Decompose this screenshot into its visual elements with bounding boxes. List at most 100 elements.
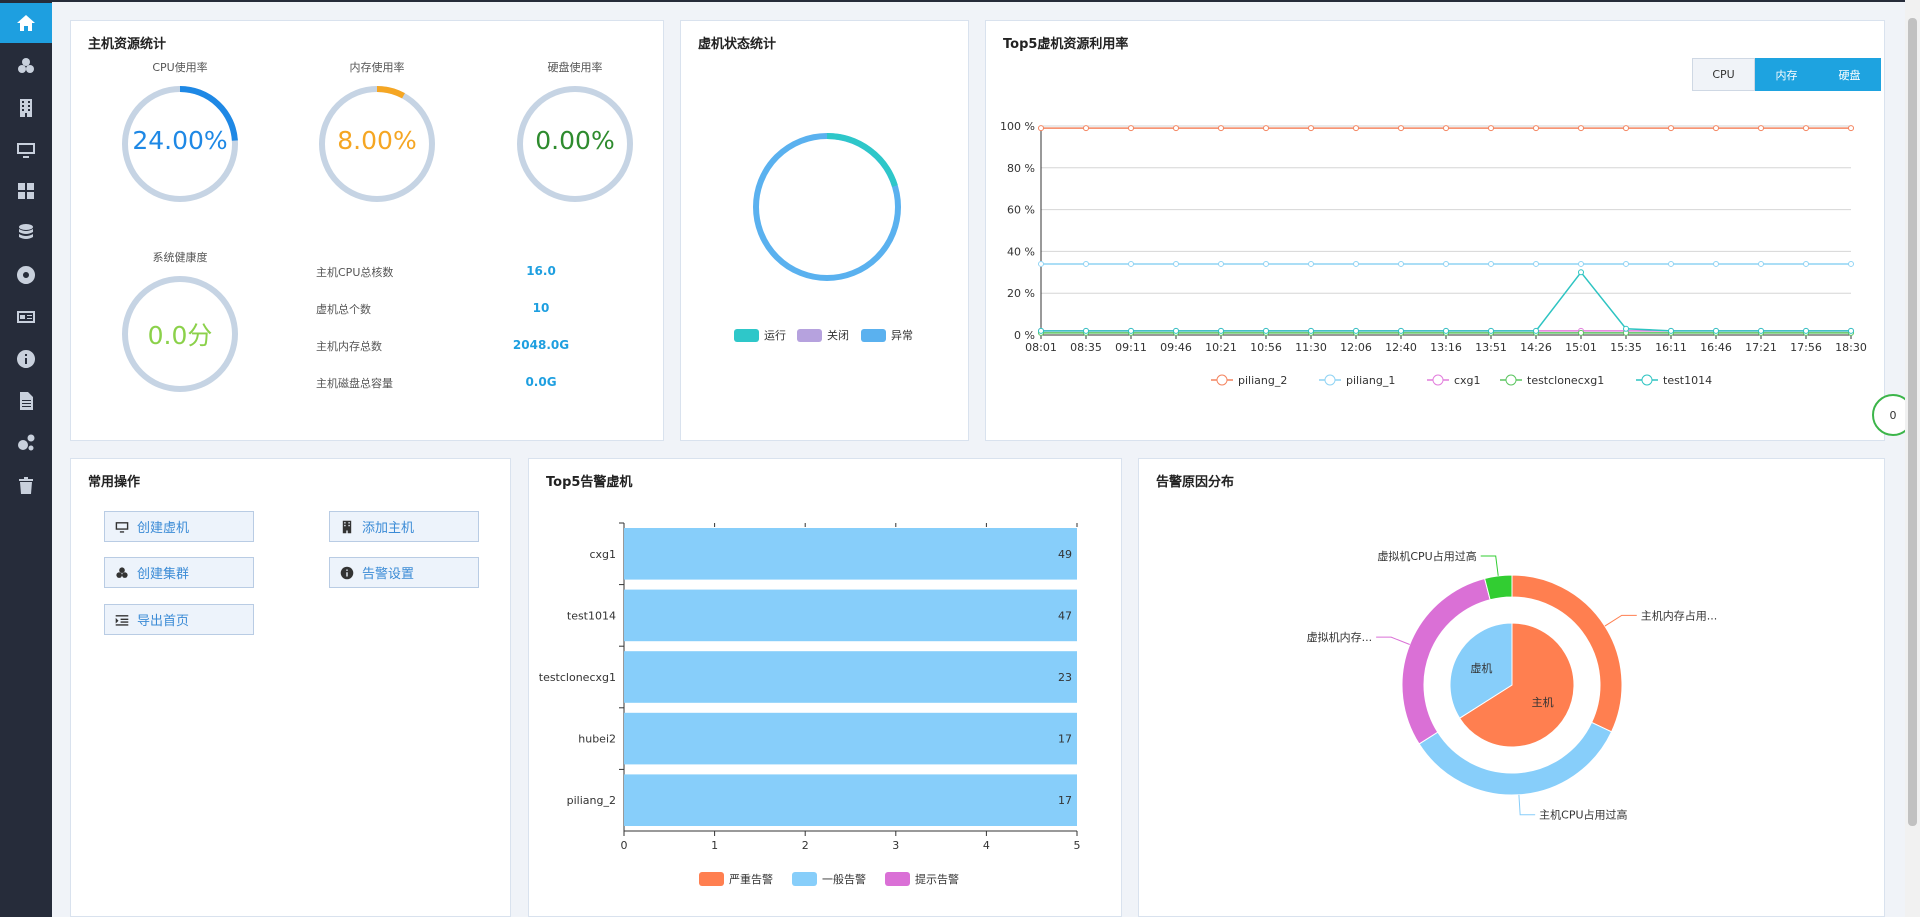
data-point [1083, 260, 1089, 267]
stat-value: 0.0G [525, 375, 557, 389]
data-point [1398, 125, 1404, 132]
data-point [1308, 327, 1314, 334]
cluster-icon [116, 566, 128, 578]
legend-label: piliang_2 [1238, 374, 1287, 387]
legend-abnormal[interactable]: 异常 [861, 327, 913, 343]
create-vm-button[interactable]: 创建虚机 [104, 511, 254, 542]
add-host-button[interactable]: 添加主机 [329, 511, 479, 542]
nav-dashboard[interactable] [0, 171, 52, 211]
data-point [1398, 327, 1404, 334]
data-point [1758, 125, 1764, 132]
nav-settings[interactable] [0, 423, 52, 463]
alarm-settings-button[interactable]: 告警设置 [329, 557, 479, 588]
x-tick-label: 16:11 [1655, 341, 1687, 354]
cpu-gauge-value: 24.00% [132, 126, 228, 155]
data-point [1128, 327, 1134, 334]
host-stats-panel: 主机资源统计 CPU使用率 24.00% 内存使用率 8.00% 硬盘使用率 0… [70, 20, 664, 441]
series-line [1041, 271, 1851, 332]
top5-util-panel: Top5虚机资源利用率 CPU 内存 硬盘 0 % 20 % 40 % 60 % 80 … [985, 20, 1885, 441]
data-point [1533, 327, 1539, 334]
data-point [1263, 125, 1269, 132]
data-point [1398, 260, 1404, 267]
indent-icon [115, 614, 129, 626]
x-tick-label: 17:21 [1745, 341, 1777, 354]
sidebar [0, 0, 52, 917]
cluster-icon [18, 58, 34, 73]
info-icon [340, 566, 354, 579]
legend-marker [1641, 374, 1653, 386]
legend-label: 提示告警 [915, 872, 959, 886]
mem-gauge-label: 内存使用率 [349, 61, 405, 74]
legend-label: 关闭 [827, 329, 849, 342]
monitor-icon [115, 521, 129, 533]
data-point [1713, 125, 1719, 132]
legend-marker [1505, 374, 1517, 386]
info-icon [17, 350, 36, 368]
data-point [1353, 327, 1359, 334]
x-tick-label: 4 [983, 839, 990, 852]
x-tick-label: 09:11 [1115, 341, 1147, 354]
cpu-gauge-label: CPU使用率 [152, 61, 208, 74]
legend-marker [1324, 374, 1336, 386]
data-point [1713, 260, 1719, 267]
document-icon [20, 392, 33, 410]
outer-slice-label: 虚拟机CPU占用过高 [1377, 549, 1476, 563]
page-scrollbar[interactable] [1905, 0, 1920, 917]
alarm-bar-chart: 0 1 2 3 4 5cxg1 49test1014 47testclonecxg1 23hub… [539, 522, 1081, 886]
data-point [1533, 125, 1539, 132]
inner-slice-label: 主机 [1532, 695, 1554, 709]
data-point [1533, 260, 1539, 267]
legend-swatch [861, 328, 886, 342]
building-icon [342, 520, 352, 533]
y-tick-label: 100 % [1000, 120, 1035, 133]
x-tick-label: 10:21 [1205, 341, 1237, 354]
nav-monitor[interactable] [0, 130, 52, 170]
nav-home[interactable] [0, 3, 52, 43]
nav-database[interactable] [0, 213, 52, 253]
bar [624, 712, 1077, 765]
top5-alarm-panel: Top5告警虚机 0 1 2 3 4 5 cxg1 49 test1014 47 testclone… [528, 458, 1122, 917]
label-leader [1604, 614, 1637, 627]
data-point [1668, 125, 1674, 132]
x-tick-label: 13:51 [1475, 341, 1507, 354]
outer-slice-label: 主机内存占用... [1641, 608, 1718, 622]
legend-swatch [885, 872, 910, 886]
data-point [1443, 260, 1449, 267]
data-point [1578, 260, 1584, 267]
nav-info[interactable] [0, 339, 52, 379]
scrollbar-thumb[interactable] [1908, 18, 1917, 826]
data-point [1848, 125, 1854, 132]
bar-value-label: 17 [1058, 733, 1072, 746]
export-home-button[interactable]: 导出首页 [104, 604, 254, 635]
trash-icon [19, 477, 33, 494]
data-point [1488, 125, 1494, 132]
data-point [1668, 260, 1674, 267]
outer-slice [1484, 574, 1513, 601]
panel-title: 常用操作 [88, 475, 141, 490]
nav-cluster[interactable] [0, 46, 52, 86]
home-icon [17, 15, 35, 31]
create-cluster-button[interactable]: 创建集群 [104, 557, 254, 588]
vm-status-ring [753, 132, 901, 281]
stat-label: 主机CPU总核数 [316, 266, 394, 279]
nav-id-card[interactable] [0, 297, 52, 337]
monitor-icon [17, 143, 35, 158]
nav-document[interactable] [0, 381, 52, 421]
legend-label: piliang_1 [1346, 374, 1395, 387]
nav-trash[interactable] [0, 465, 52, 505]
nav-building[interactable] [0, 88, 52, 128]
bar [624, 528, 1077, 580]
nav-disc[interactable] [0, 255, 52, 295]
data-point [1173, 260, 1179, 267]
category-label: cxg1 [589, 548, 616, 561]
data-point [1758, 327, 1764, 334]
button-label: 创建虚机 [137, 521, 190, 536]
y-tick-label: 60 % [1007, 204, 1035, 217]
data-point [1083, 327, 1089, 334]
mem-gauge-value: 8.00% [337, 126, 417, 155]
alarm-reason-panel: 告警原因分布 主机 虚机 主机内存占用... 主机CPU占用过高 虚拟机内存... 虚拟机… [1138, 458, 1885, 917]
label-leader [1480, 555, 1499, 576]
alarm-reason-pie: 主机 虚机 主机内存占用... 主机CPU占用过高 虚拟机内存... 虚拟机CPU占用过高 [1307, 549, 1718, 822]
legend-running[interactable]: 运行 [734, 327, 786, 343]
legend-stopped[interactable]: 关闭 [797, 327, 849, 343]
